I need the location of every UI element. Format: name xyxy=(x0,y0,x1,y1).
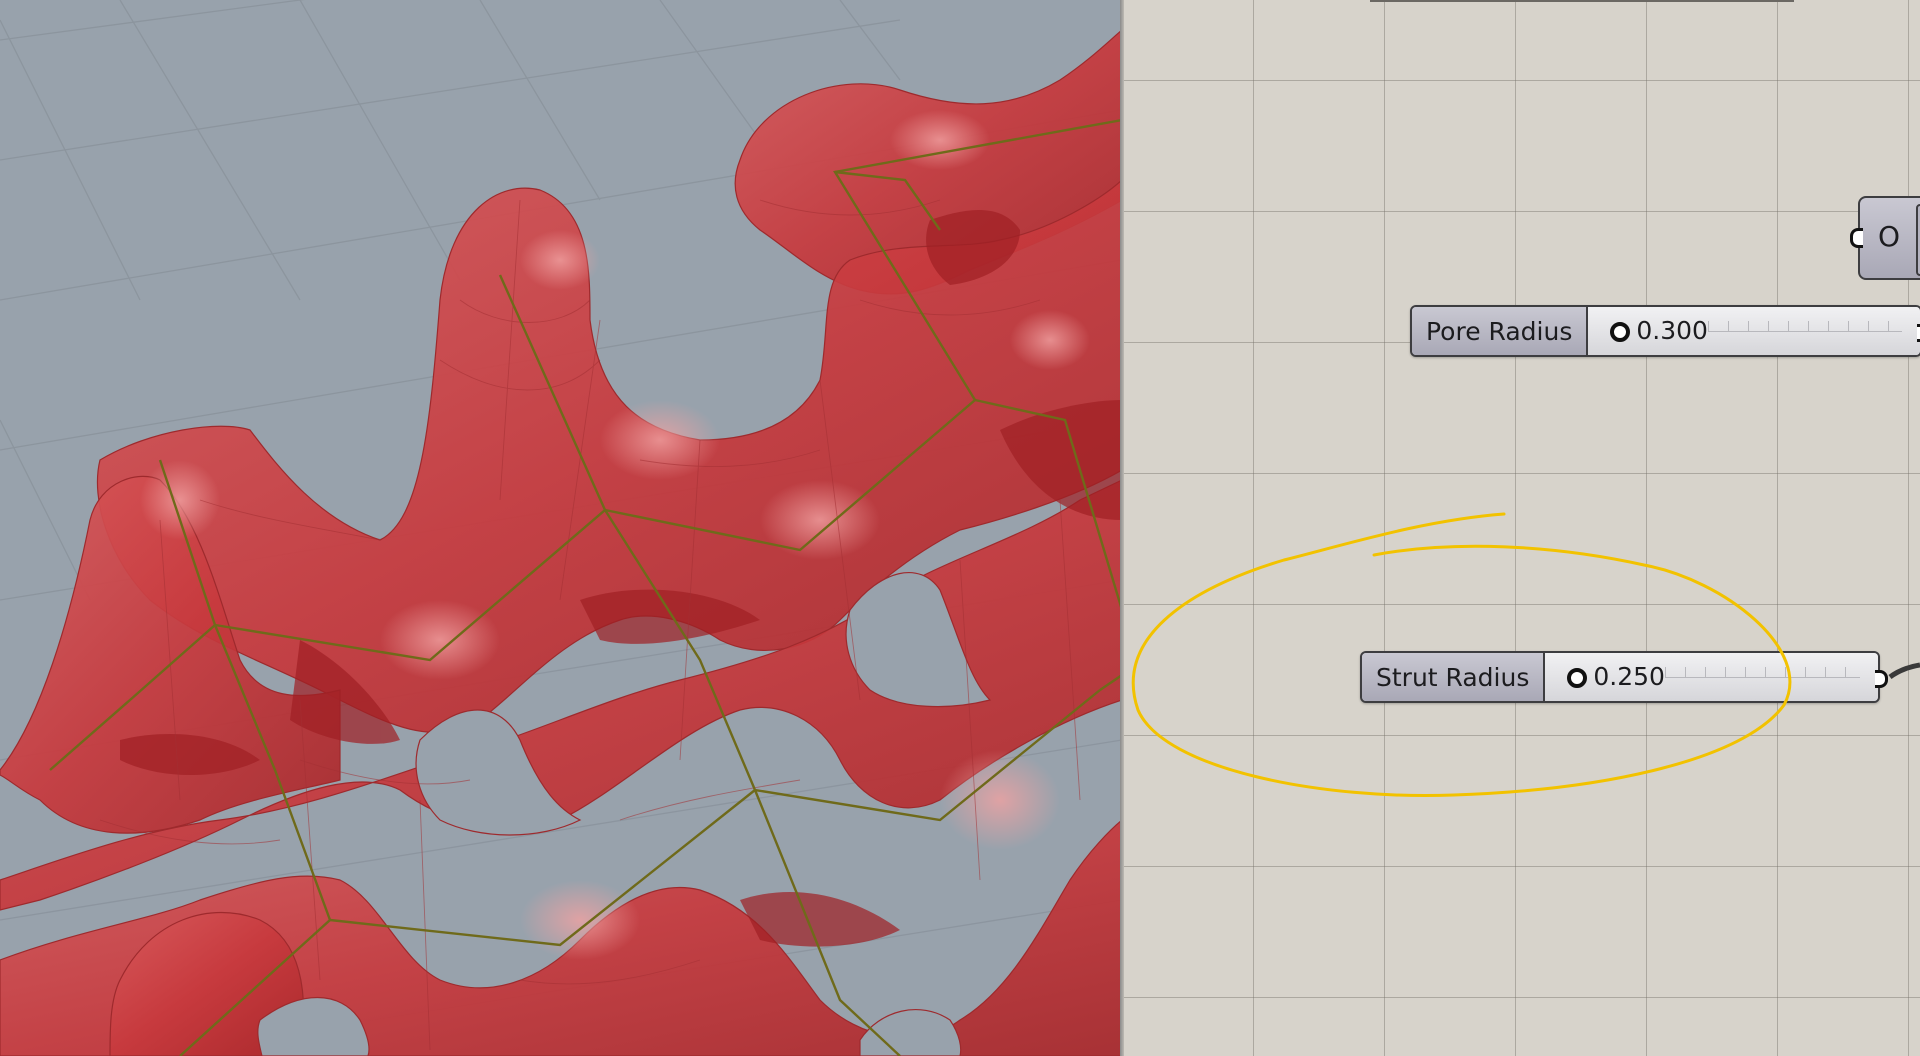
slider-grip[interactable] xyxy=(1610,322,1631,342)
rhino-viewport[interactable] xyxy=(0,0,1122,1056)
pore-radius-slider[interactable]: Pore Radius 0.300 xyxy=(1410,305,1920,357)
slider-grip[interactable] xyxy=(1567,668,1588,688)
highlight-annotation xyxy=(1131,512,1792,797)
wire-top xyxy=(1370,0,1794,2)
slider-label: Strut Radius xyxy=(1362,653,1546,701)
output-component[interactable]: O xyxy=(1850,196,1920,280)
slider-track[interactable]: 0.300 xyxy=(1588,307,1920,355)
grasshopper-canvas[interactable]: O Pore Radius 0.300 Strut Radius 0.250 xyxy=(1124,0,1920,1056)
component-body xyxy=(1916,204,1920,276)
slider-value: 0.250 xyxy=(1593,662,1665,691)
slider-ticks xyxy=(1708,321,1902,332)
slider-value: 0.300 xyxy=(1636,316,1708,345)
slider-label: Pore Radius xyxy=(1412,307,1589,355)
input-port[interactable] xyxy=(1850,228,1863,248)
component-glyph: O xyxy=(1878,220,1901,253)
slider-ticks xyxy=(1665,667,1860,678)
viewport-scene xyxy=(0,0,1122,1056)
strut-wire xyxy=(1888,662,1920,680)
strut-radius-slider[interactable]: Strut Radius 0.250 xyxy=(1360,651,1888,703)
slider-track[interactable]: 0.250 xyxy=(1545,653,1878,701)
